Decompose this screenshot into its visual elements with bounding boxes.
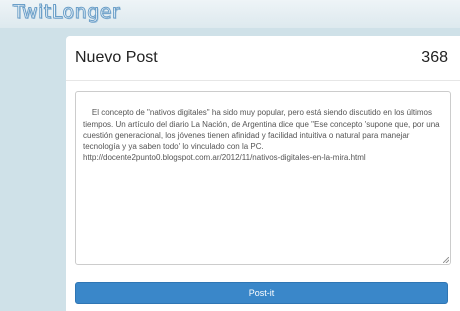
post-textarea[interactable]: El concepto de "nativos digitales" ha si… [75,91,451,265]
twitlonger-logo[interactable]: TwitLonger [12,1,120,24]
panel-header: Nuevo Post 368 [66,36,460,81]
new-post-panel: Nuevo Post 368 El concepto de "nativos d… [66,36,460,311]
page-title: Nuevo Post [75,49,158,66]
post-it-button[interactable]: Post-it [75,282,448,304]
character-count: 368 [421,49,448,66]
top-bar: TwitLonger [0,0,460,28]
resize-grip-icon[interactable] [443,257,449,263]
post-text: El concepto de "nativos digitales" ha si… [83,108,440,163]
